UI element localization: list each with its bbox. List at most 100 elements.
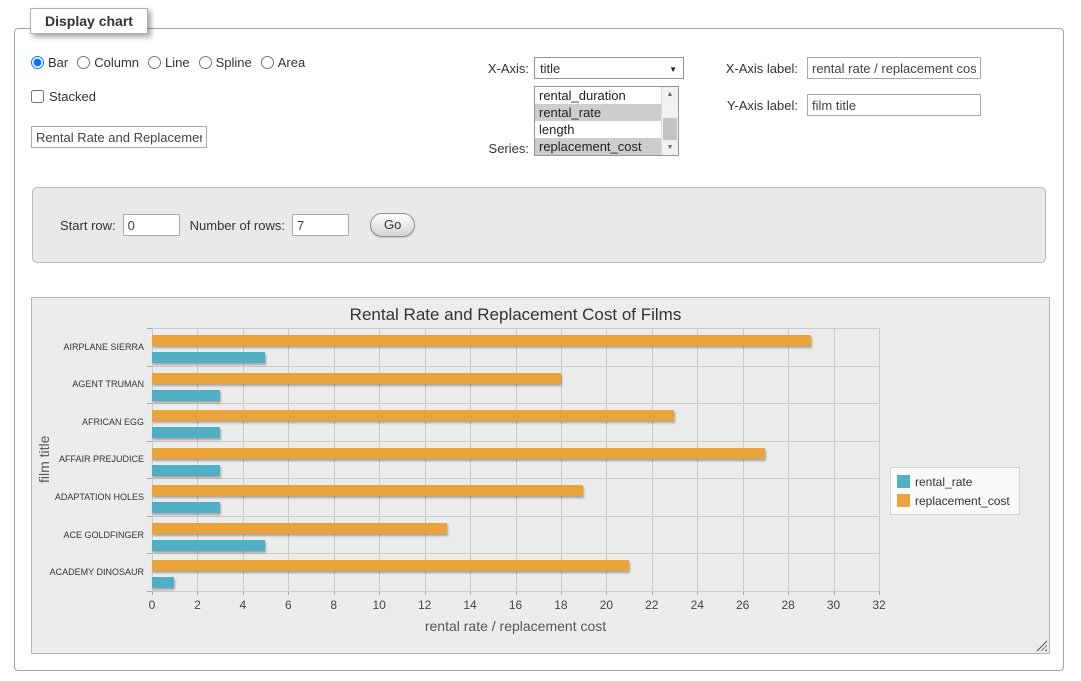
bar-replacement_cost xyxy=(152,373,561,384)
series-option-replacement_cost[interactable]: replacement_cost xyxy=(535,138,661,155)
y-axis-category-label: AFFAIR PREJUDICE xyxy=(38,441,144,479)
x-axis-tick-label: 10 xyxy=(359,598,399,612)
chart-type-radio-area[interactable] xyxy=(261,56,274,69)
go-button[interactable]: Go xyxy=(370,213,415,237)
start-row-label: Start row: xyxy=(60,218,116,233)
grid-line-vertical xyxy=(288,328,289,591)
legend-item-rental_rate[interactable]: rental_rate xyxy=(897,472,1010,491)
x-axis-label-input[interactable] xyxy=(807,57,981,79)
y-axis-tick xyxy=(147,516,152,517)
legend-swatch-replacement_cost xyxy=(897,494,910,507)
x-axis-tick-label: 18 xyxy=(541,598,581,612)
grid-line-vertical xyxy=(606,328,607,591)
chart-type-radio-column[interactable] xyxy=(77,56,90,69)
grid-line-horizontal xyxy=(152,441,879,442)
chart-type-option-spline[interactable]: Spline xyxy=(199,55,252,70)
series-options: rental_durationrental_ratelengthreplacem… xyxy=(535,87,661,155)
x-axis-select[interactable]: title ▼ xyxy=(534,57,684,79)
series-option-length[interactable]: length xyxy=(535,121,661,138)
y-axis-category-label: ACE GOLDFINGER xyxy=(38,516,144,554)
row-range-controls: Start row: Number of rows: Go xyxy=(60,213,415,237)
chart-legend: rental_rate replacement_cost xyxy=(890,467,1020,515)
grid-line-vertical xyxy=(425,328,426,591)
bar-rental_rate xyxy=(152,540,265,551)
series-listbox[interactable]: rental_durationrental_ratelengthreplacem… xyxy=(534,86,679,156)
chart-container: Rental Rate and Replacement Cost of Film… xyxy=(31,297,1050,654)
bar-replacement_cost xyxy=(152,335,811,346)
grid-line-vertical xyxy=(334,328,335,591)
x-axis-tick-label: 6 xyxy=(268,598,308,612)
grid-line-vertical xyxy=(152,328,153,591)
x-axis-tick-label: 12 xyxy=(405,598,445,612)
y-axis-category-label: ACADEMY DINOSAUR xyxy=(38,553,144,591)
x-axis-tick-label: 0 xyxy=(132,598,172,612)
x-axis-tick-label: 16 xyxy=(496,598,536,612)
stacked-label: Stacked xyxy=(49,89,96,104)
grid-line-vertical xyxy=(561,328,562,591)
bar-rental_rate xyxy=(152,502,220,513)
grid-line-horizontal xyxy=(152,478,879,479)
grid-line-horizontal xyxy=(152,591,879,592)
chart-type-option-area[interactable]: Area xyxy=(261,55,305,70)
x-axis-caption: X-Axis: xyxy=(435,61,529,76)
grid-line-vertical xyxy=(788,328,789,591)
scrollbar-thumb[interactable] xyxy=(663,118,677,140)
legend-label-rental_rate: rental_rate xyxy=(915,475,972,489)
grid-line-vertical xyxy=(516,328,517,591)
y-axis-category-label: ADAPTATION HOLES xyxy=(38,478,144,516)
x-axis-title: rental rate / replacement cost xyxy=(152,618,879,634)
grid-line-vertical xyxy=(243,328,244,591)
grid-line-horizontal xyxy=(152,553,879,554)
x-axis-tick-label: 30 xyxy=(814,598,854,612)
chart-type-radios: Bar Column Line Spline Area xyxy=(31,55,314,70)
grid-line-horizontal xyxy=(152,366,879,367)
grid-line-vertical xyxy=(697,328,698,591)
y-axis-tick xyxy=(147,441,152,442)
x-axis-tick-label: 8 xyxy=(314,598,354,612)
stacked-checkbox[interactable] xyxy=(31,90,44,103)
fieldset-legend: Display chart xyxy=(30,8,148,34)
chart-type-label: Spline xyxy=(216,55,252,70)
chart-type-option-line[interactable]: Line xyxy=(148,55,190,70)
y-axis-tick xyxy=(147,478,152,479)
x-axis-selected-value: title xyxy=(540,61,560,76)
chart-title-input[interactable] xyxy=(31,126,207,148)
bar-rental_rate xyxy=(152,390,220,401)
bar-rental_rate xyxy=(152,352,265,363)
chart-type-radio-line[interactable] xyxy=(148,56,161,69)
start-row-input[interactable] xyxy=(123,214,180,236)
chart-title: Rental Rate and Replacement Cost of Film… xyxy=(152,305,879,325)
grid-line-vertical xyxy=(197,328,198,591)
y-axis-tick xyxy=(147,553,152,554)
scroll-down-icon[interactable]: ▼ xyxy=(662,140,678,155)
x-axis-tick-label: 32 xyxy=(859,598,899,612)
chart-type-radio-spline[interactable] xyxy=(199,56,212,69)
x-axis-label-caption: X-Axis label: xyxy=(671,61,798,76)
y-axis-category-label: AGENT TRUMAN xyxy=(38,366,144,404)
series-option-rental_rate[interactable]: rental_rate xyxy=(535,104,661,121)
x-axis-tick-label: 24 xyxy=(677,598,717,612)
y-axis-tick xyxy=(147,403,152,404)
chart-type-option-bar[interactable]: Bar xyxy=(31,55,68,70)
chart-type-label: Bar xyxy=(48,55,68,70)
x-axis-tick-label: 26 xyxy=(723,598,763,612)
grid-line-vertical xyxy=(834,328,835,591)
resize-handle-icon[interactable] xyxy=(1036,640,1047,651)
grid-line-vertical xyxy=(379,328,380,591)
series-caption: Series: xyxy=(435,141,529,156)
y-axis-category-label: AIRPLANE SIERRA xyxy=(38,328,144,366)
legend-item-replacement_cost[interactable]: replacement_cost xyxy=(897,491,1010,510)
y-axis-label-input[interactable] xyxy=(807,94,981,116)
grid-line-vertical xyxy=(652,328,653,591)
y-axis-tick xyxy=(147,591,152,592)
bar-rental_rate xyxy=(152,427,220,438)
grid-line-vertical xyxy=(879,328,880,591)
chart-type-option-column[interactable]: Column xyxy=(77,55,139,70)
x-axis-tick-label: 4 xyxy=(223,598,263,612)
grid-line-horizontal xyxy=(152,516,879,517)
grid-line-vertical xyxy=(470,328,471,591)
series-option-rental_duration[interactable]: rental_duration xyxy=(535,87,661,104)
chart-type-radio-bar[interactable] xyxy=(31,56,44,69)
number-of-rows-input[interactable] xyxy=(292,214,349,236)
chart-type-label: Line xyxy=(165,55,190,70)
